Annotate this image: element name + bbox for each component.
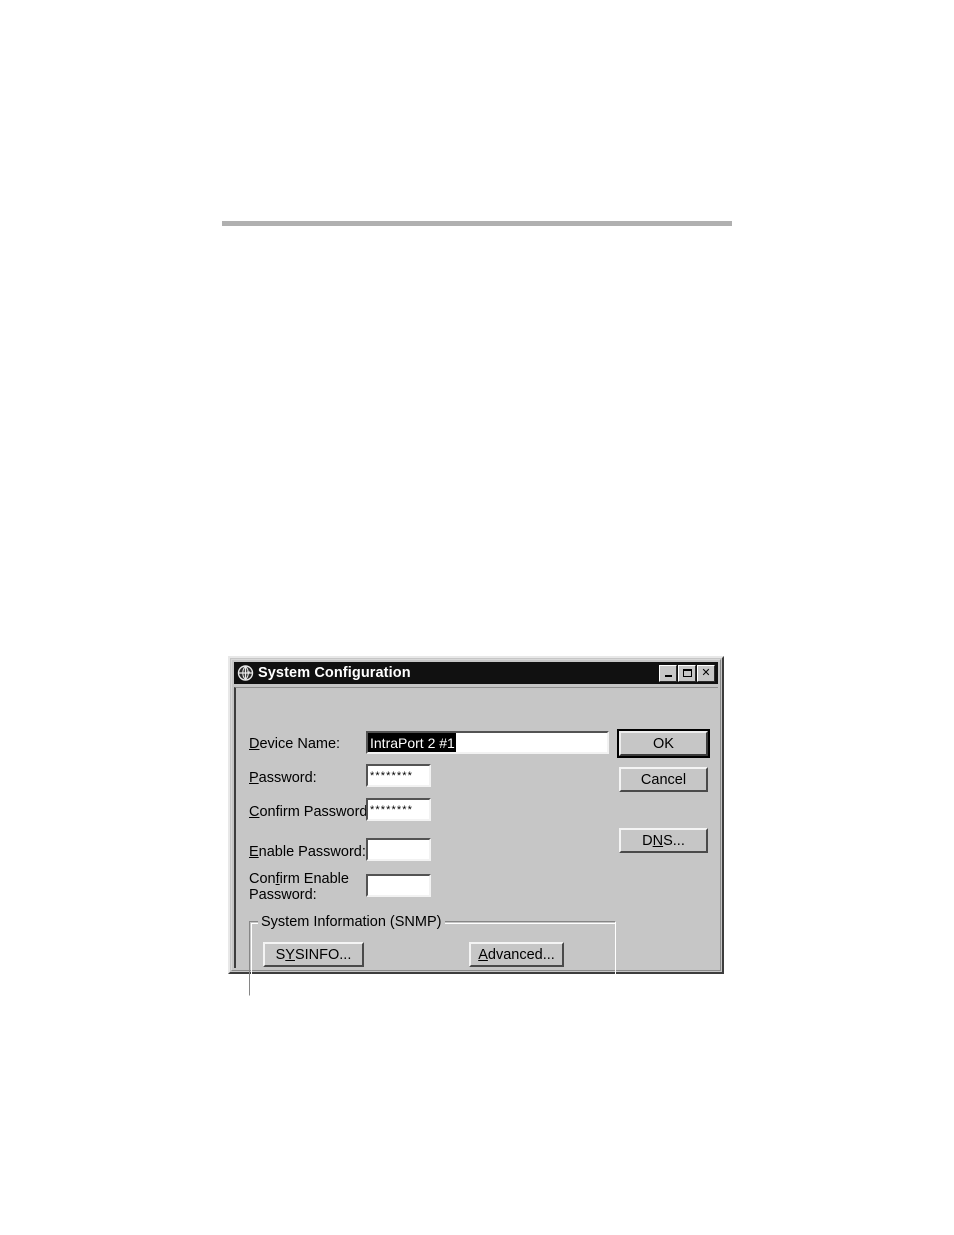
password-label: Password: bbox=[249, 770, 317, 786]
confirm-enable-password-label: Confirm Enable bbox=[249, 871, 349, 887]
dns-button[interactable]: DNS... bbox=[619, 828, 708, 853]
password-mnemonic: P bbox=[249, 770, 259, 786]
dialog-client-area: Device Name: IntraPort 2 #1 Password: **… bbox=[234, 687, 718, 996]
enable-password-label: Enable Password: bbox=[249, 844, 366, 860]
confirm-enable-password-label-line2: Password: bbox=[249, 887, 317, 903]
sysinfo-button-label: SYSINFO... bbox=[275, 946, 352, 963]
close-icon: ✕ bbox=[701, 666, 711, 679]
minimize-icon bbox=[660, 666, 676, 681]
confirm-password-value: ******** bbox=[370, 804, 414, 816]
titlebar[interactable]: System Configuration ✕ bbox=[234, 662, 718, 684]
maximize-button[interactable] bbox=[678, 664, 696, 682]
confirm-enable-password-value bbox=[368, 876, 429, 878]
enable-password-mnemonic: E bbox=[249, 844, 259, 860]
page-horizontal-rule bbox=[222, 221, 732, 226]
confirm-password-input[interactable]: ******** bbox=[366, 798, 431, 821]
device-name-label: Device Name: bbox=[249, 736, 341, 752]
system-configuration-dialog: System Configuration ✕ Device Name: Intr… bbox=[228, 656, 724, 996]
confirm-password-label: Confirm Password: bbox=[249, 804, 372, 820]
maximize-icon bbox=[679, 666, 695, 681]
sysinfo-button[interactable]: SYSINFO... bbox=[263, 942, 364, 967]
confirm-enable-password-input[interactable] bbox=[366, 874, 431, 897]
dialog-title: System Configuration bbox=[258, 665, 411, 681]
advanced-button-label: Advanced... bbox=[478, 946, 555, 963]
password-input[interactable]: ******** bbox=[366, 764, 431, 787]
globe-network-icon bbox=[237, 665, 254, 681]
minimize-button[interactable] bbox=[659, 664, 677, 682]
advanced-button[interactable]: Advanced... bbox=[469, 942, 564, 967]
close-button[interactable]: ✕ bbox=[697, 664, 715, 682]
device-name-input[interactable]: IntraPort 2 #1 bbox=[366, 731, 609, 754]
window-controls: ✕ bbox=[659, 664, 715, 682]
ok-button-label: OK bbox=[653, 735, 674, 752]
cancel-button-label: Cancel bbox=[640, 771, 687, 788]
device-name-mnemonic: D bbox=[249, 736, 260, 752]
ok-button[interactable]: OK bbox=[617, 729, 710, 758]
snmp-groupbox-title: System Information (SNMP) bbox=[258, 915, 445, 929]
cancel-button[interactable]: Cancel bbox=[619, 767, 708, 792]
device-name-value: IntraPort 2 #1 bbox=[368, 733, 456, 752]
password-value: ******** bbox=[370, 770, 414, 782]
confirm-password-mnemonic: C bbox=[249, 804, 260, 820]
dns-button-label: DNS... bbox=[642, 832, 685, 849]
enable-password-value bbox=[368, 840, 429, 842]
enable-password-input[interactable] bbox=[366, 838, 431, 861]
